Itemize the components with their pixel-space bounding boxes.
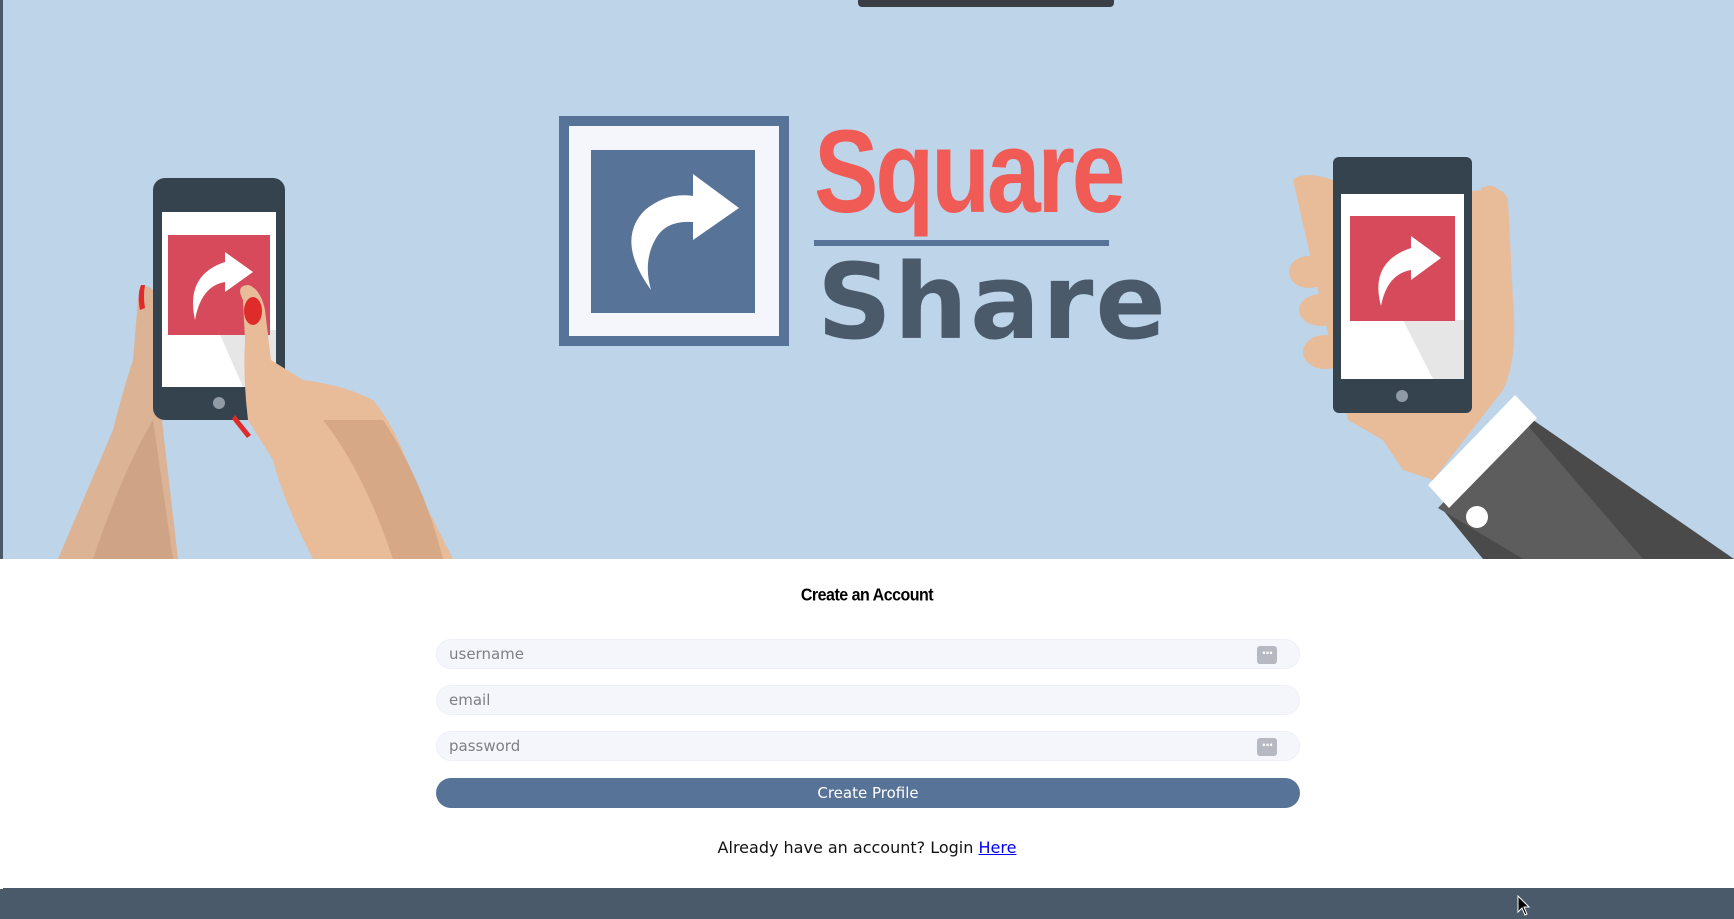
squareshare-logo-mark <box>559 116 789 346</box>
hero-banner: Square Share <box>3 0 1734 559</box>
username-input[interactable] <box>449 640 1249 668</box>
email-field <box>436 685 1300 715</box>
create-profile-button[interactable]: Create Profile <box>436 778 1300 808</box>
right-hand-phone-illustration <box>1289 157 1734 559</box>
password-field: ··· <box>436 731 1300 761</box>
hero-illustration: Square Share <box>58 105 1734 559</box>
login-link[interactable]: Here <box>978 838 1016 857</box>
login-prompt-text: Already have an account? Login <box>717 838 974 857</box>
signup-form-area: Create an Account ··· ··· Create Profile… <box>0 559 1734 889</box>
mouse-cursor-icon <box>1517 895 1531 916</box>
email-input[interactable] <box>449 686 1249 714</box>
left-hands-phone-illustration <box>58 178 453 559</box>
footer-bar <box>3 888 1734 919</box>
password-manager-key-icon[interactable]: ··· <box>1257 646 1277 664</box>
logo-word-share: Share <box>817 241 1168 363</box>
login-prompt: Already have an account? Login Here <box>0 838 1734 857</box>
password-input[interactable] <box>449 732 1249 760</box>
form-title: Create an Account <box>800 585 934 605</box>
logo-word-square: Square <box>814 105 1123 237</box>
password-manager-key-icon[interactable]: ··· <box>1257 738 1277 756</box>
username-field: ··· <box>436 639 1300 669</box>
